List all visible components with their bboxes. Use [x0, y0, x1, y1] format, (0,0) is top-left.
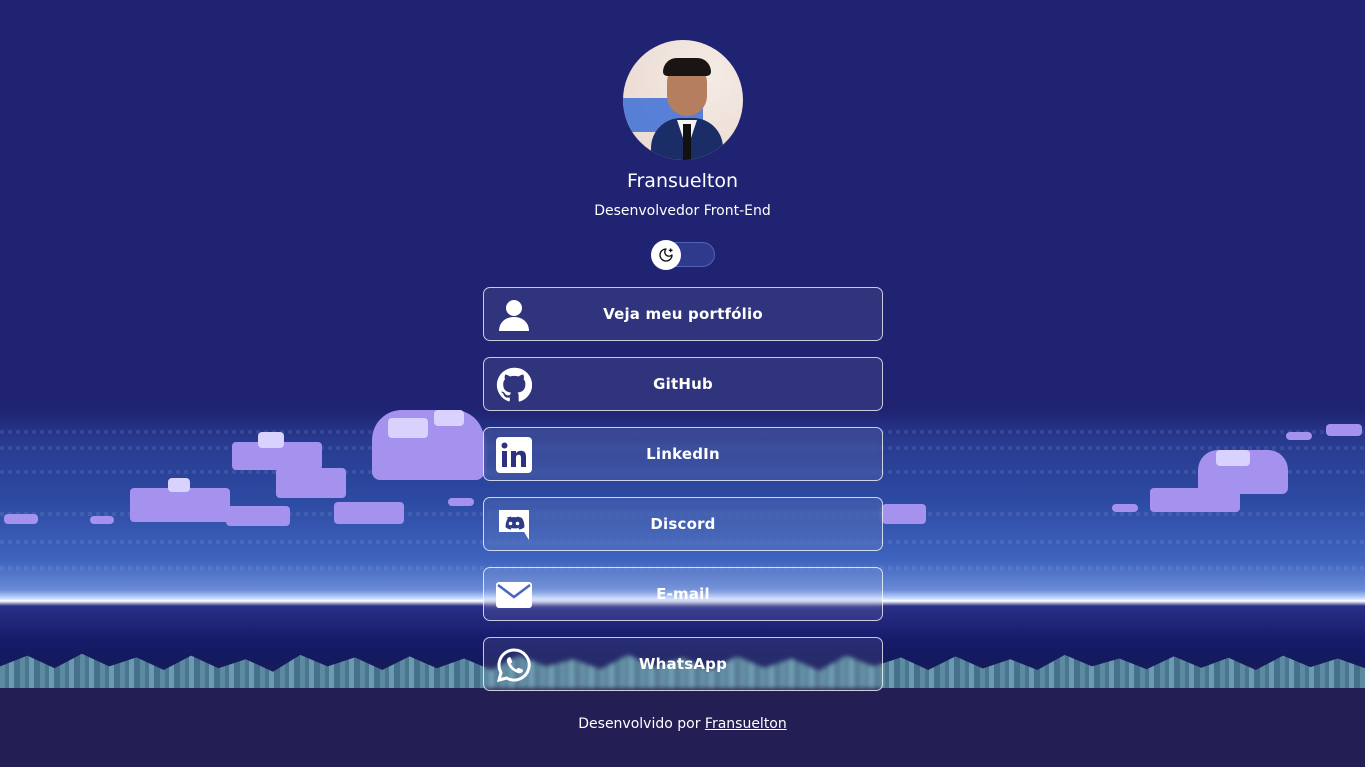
- github-link[interactable]: GitHub: [483, 357, 883, 411]
- linkedin-link[interactable]: LinkedIn: [483, 427, 883, 481]
- theme-toggle[interactable]: [651, 240, 715, 270]
- mail-icon: [496, 577, 532, 613]
- footer: Desenvolvido por Fransuelton: [0, 716, 1365, 732]
- linkedin-icon: [496, 437, 532, 473]
- footer-text: Desenvolvido por: [578, 716, 701, 732]
- profile-role: Desenvolvedor Front-End: [594, 203, 771, 219]
- link-label: GitHub: [653, 375, 713, 393]
- discord-link[interactable]: Discord: [483, 497, 883, 551]
- portfolio-link[interactable]: Veja meu portfólio: [483, 287, 883, 341]
- discord-icon: [496, 507, 532, 543]
- link-label: Veja meu portfólio: [603, 305, 763, 323]
- moon-icon: [651, 240, 681, 270]
- github-icon: [496, 367, 532, 403]
- footer-author-link[interactable]: Fransuelton: [705, 716, 787, 732]
- link-label: WhatsApp: [638, 655, 728, 673]
- email-link[interactable]: E-mail: [483, 567, 883, 621]
- user-icon: [496, 297, 532, 333]
- link-label: Discord: [650, 515, 716, 533]
- whatsapp-link[interactable]: WhatsApp: [483, 637, 883, 691]
- whatsapp-icon: [496, 647, 532, 683]
- profile-name: Fransuelton: [626, 170, 739, 192]
- link-label: LinkedIn: [646, 445, 720, 463]
- link-label: E-mail: [656, 585, 710, 603]
- avatar: [623, 40, 743, 160]
